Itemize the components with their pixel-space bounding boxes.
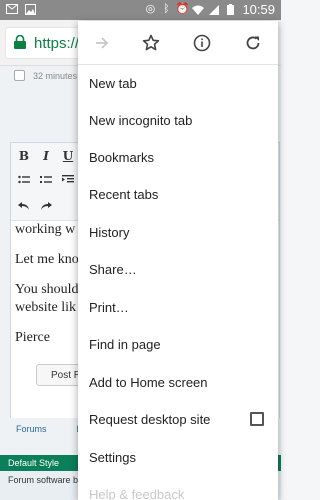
refresh-icon[interactable] [241, 31, 265, 55]
signal-icon [208, 4, 220, 16]
menu-item-print[interactable]: Print… [78, 289, 278, 325]
breadcrumb-forums[interactable]: Forums [16, 424, 47, 434]
menu-item-request-desktop-site[interactable]: Request desktop site [78, 401, 278, 437]
menu-item-history[interactable]: History [78, 214, 278, 250]
bluetooth-icon: ᛒ [163, 3, 170, 15]
wifi-icon [192, 4, 205, 16]
menu-item-settings[interactable]: Settings [78, 439, 278, 475]
menu-item-help-feedback[interactable]: Help & feedback [78, 476, 278, 500]
redo-icon[interactable] [37, 197, 55, 215]
menu-item-recent-tabs[interactable]: Recent tabs [78, 176, 278, 212]
alarm-icon: ⏰ [175, 3, 190, 15]
indent-icon[interactable] [59, 171, 77, 189]
email-icon [6, 3, 18, 15]
data-saver-icon: ◎ [145, 3, 156, 15]
menu-item-label: Request desktop site [89, 411, 211, 427]
image-icon [24, 3, 36, 15]
forward-icon[interactable] [90, 31, 114, 55]
select-checkbox[interactable] [14, 70, 25, 81]
bullet-list-icon[interactable] [15, 171, 33, 189]
lock-icon [13, 34, 27, 49]
post-meta: 32 minutes [14, 70, 77, 81]
status-bar: ◎ ᛒ ⏰ 10:59 [0, 0, 281, 20]
battery-icon [224, 4, 236, 16]
menu-item-add-to-home-screen[interactable]: Add to Home screen [78, 364, 278, 400]
underline-button[interactable]: U [59, 147, 77, 165]
menu-item-new-incognito-tab[interactable]: New incognito tab [78, 102, 278, 138]
menu-item-find-in-page[interactable]: Find in page [78, 326, 278, 362]
italic-button[interactable]: I [37, 147, 55, 165]
menu-icon-row [78, 21, 278, 65]
info-icon[interactable] [190, 31, 214, 55]
overflow-menu: New tab New incognito tab Bookmarks Rece… [78, 21, 278, 500]
clock-time: 10:59 [242, 2, 275, 17]
post-time: 32 minutes [33, 70, 78, 81]
bookmark-star-icon[interactable] [139, 31, 163, 55]
numbered-list-icon[interactable] [37, 171, 55, 189]
menu-item-new-tab[interactable]: New tab [78, 65, 278, 101]
undo-icon[interactable] [15, 197, 33, 215]
desktop-site-checkbox[interactable] [250, 412, 264, 426]
bold-button[interactable]: B [15, 147, 33, 165]
menu-item-share[interactable]: Share… [78, 251, 278, 287]
menu-item-bookmarks[interactable]: Bookmarks [78, 139, 278, 175]
